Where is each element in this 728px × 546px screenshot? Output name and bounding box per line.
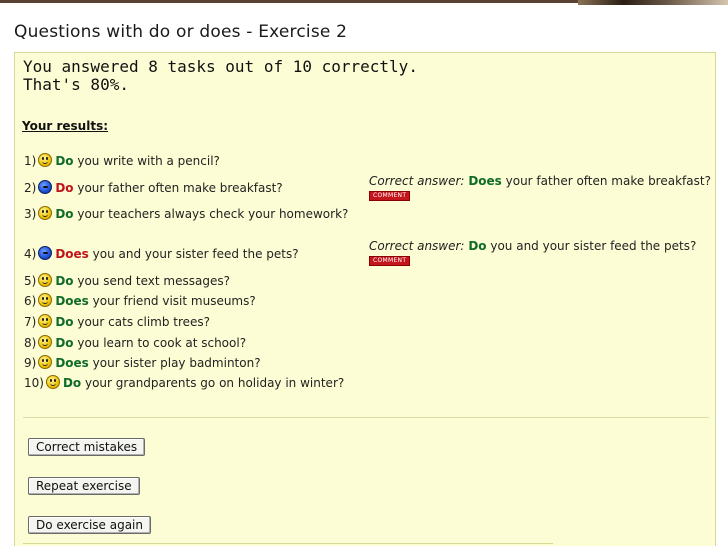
do-exercise-again-button[interactable]: Do exercise again bbox=[28, 516, 151, 534]
question-item: 2) Do your father often make breakfast? bbox=[24, 180, 283, 196]
answer-verb: Do bbox=[55, 154, 74, 168]
question-text: your teachers always check your homework… bbox=[73, 207, 349, 221]
answer-verb: Do bbox=[62, 376, 82, 390]
question-number: 2) bbox=[24, 181, 37, 195]
correct-mistakes-button[interactable]: Correct mistakes bbox=[28, 438, 146, 456]
question-item: 9) Does your sister play badminton? bbox=[24, 355, 261, 371]
smiley-correct-icon bbox=[38, 335, 53, 349]
question-item: 10) Do your grandparents go on holiday in… bbox=[24, 375, 364, 391]
answer-verb: Do bbox=[55, 315, 74, 329]
smiley-correct-icon bbox=[38, 273, 53, 287]
correct-answer: Correct answer: Does your father often m… bbox=[369, 174, 714, 202]
sad-incorrect-icon bbox=[38, 180, 53, 194]
question-text: you learn to cook at school? bbox=[73, 336, 247, 350]
correct-answer: Correct answer: Do you and your sister f… bbox=[369, 239, 714, 267]
comment-button[interactable]: COMMENT bbox=[369, 256, 411, 266]
question-text: your cats climb trees? bbox=[73, 315, 211, 329]
header-banner bbox=[0, 0, 728, 6]
smiley-correct-icon bbox=[38, 293, 53, 307]
question-item: 1) Do you write with a pencil? bbox=[24, 153, 220, 169]
question-number: 5) bbox=[24, 274, 37, 288]
question-number: 7) bbox=[24, 315, 37, 329]
question-text: your friend visit museums? bbox=[88, 294, 256, 308]
question-text: your sister play badminton? bbox=[88, 356, 261, 370]
question-item: 4) Does you and your sister feed the pets… bbox=[24, 246, 299, 262]
score-line-1: You answered 8 tasks out of 10 correctly… bbox=[23, 57, 418, 76]
question-number: 1) bbox=[24, 154, 37, 168]
question-text: you and your sister feed the pets? bbox=[88, 247, 299, 261]
question-number: 10) bbox=[24, 376, 44, 390]
question-text: your father often make breakfast? bbox=[73, 181, 283, 195]
question-number: 3) bbox=[24, 207, 37, 221]
correct-answer-text: you and your sister feed the pets? bbox=[486, 239, 697, 253]
correct-answer-text: your father often make breakfast? bbox=[501, 174, 711, 188]
question-item: 5) Do you send text messages? bbox=[24, 273, 230, 289]
results-panel: You answered 8 tasks out of 10 correctly… bbox=[14, 52, 716, 546]
sad-incorrect-icon bbox=[38, 246, 53, 260]
smiley-correct-icon bbox=[38, 314, 53, 328]
answer-verb: Does bbox=[55, 247, 89, 261]
question-number: 6) bbox=[24, 294, 37, 308]
header-photo bbox=[578, 0, 728, 5]
correct-answer-verb: Do bbox=[468, 239, 487, 253]
answer-verb: Does bbox=[55, 294, 89, 308]
divider bbox=[23, 543, 553, 544]
question-item: 8) Do you learn to cook at school? bbox=[24, 335, 246, 351]
question-number: 9) bbox=[24, 356, 37, 370]
score-summary: You answered 8 tasks out of 10 correctly… bbox=[23, 58, 418, 94]
correct-answer-label: Correct answer: bbox=[369, 174, 465, 188]
question-text: your grandparents go on holiday in winte… bbox=[81, 376, 345, 390]
header-strip bbox=[0, 0, 578, 3]
answer-verb: Does bbox=[55, 356, 89, 370]
question-number: 4) bbox=[24, 247, 37, 261]
score-line-2: That's 80%. bbox=[23, 75, 129, 94]
comment-button[interactable]: COMMENT bbox=[369, 191, 411, 201]
question-number: 8) bbox=[24, 336, 37, 350]
answer-verb: Do bbox=[55, 181, 74, 195]
answer-verb: Do bbox=[55, 274, 74, 288]
page-title: Questions with do or does - Exercise 2 bbox=[14, 22, 348, 42]
question-text: you send text messages? bbox=[73, 274, 230, 288]
answer-verb: Do bbox=[55, 207, 74, 221]
answer-verb: Do bbox=[55, 336, 74, 350]
correct-answer-label: Correct answer: bbox=[369, 239, 465, 253]
question-item: 7) Do your cats climb trees? bbox=[24, 314, 210, 330]
smiley-correct-icon bbox=[45, 375, 60, 389]
smiley-correct-icon bbox=[38, 355, 53, 369]
question-item: 6) Does your friend visit museums? bbox=[24, 293, 256, 309]
results-heading: Your results: bbox=[22, 119, 109, 133]
correct-answer-verb: Does bbox=[468, 174, 502, 188]
question-item: 3) Do your teachers always check your hom… bbox=[24, 206, 354, 222]
repeat-exercise-button[interactable]: Repeat exercise bbox=[28, 477, 140, 495]
smiley-correct-icon bbox=[38, 206, 53, 220]
smiley-correct-icon bbox=[38, 153, 53, 167]
question-text: you write with a pencil? bbox=[73, 154, 220, 168]
divider bbox=[23, 417, 709, 418]
